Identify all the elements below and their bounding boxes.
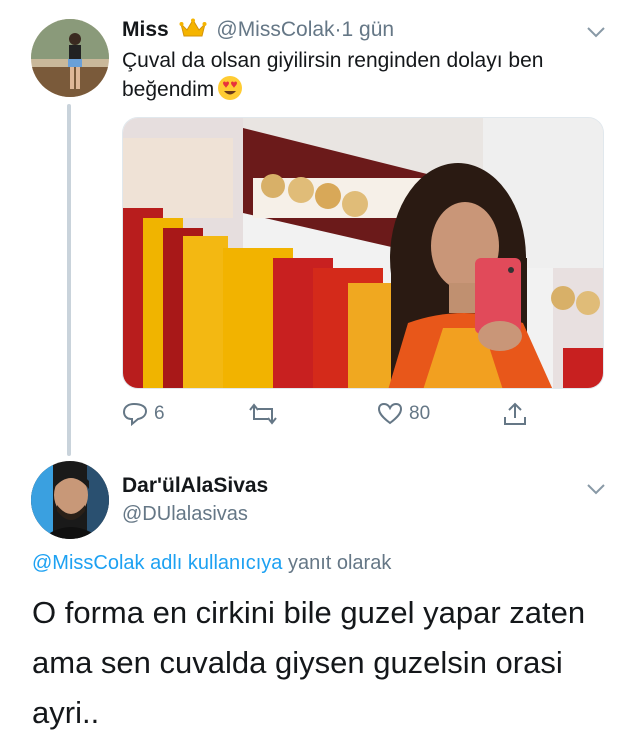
retweet-icon bbox=[248, 402, 278, 426]
avatar-misscolak[interactable] bbox=[31, 19, 109, 97]
like-count: 80 bbox=[409, 403, 431, 424]
tweet2-text: O forma en cirkini bile guzel yapar zate… bbox=[32, 595, 586, 730]
avatar-dulalasivas[interactable] bbox=[31, 461, 109, 539]
tweet2-display-name[interactable]: Dar'ülAlaSivas bbox=[122, 474, 268, 498]
heart-eyes-icon bbox=[217, 75, 243, 101]
share-icon bbox=[502, 401, 528, 427]
tweet1-text: Çuval da olsan giyilirsin renginden dola… bbox=[122, 47, 617, 104]
retweet-action[interactable] bbox=[248, 399, 284, 429]
tweet1-display-name[interactable]: Miss bbox=[122, 18, 169, 41]
reply-icon bbox=[122, 402, 148, 426]
reply-suffix: yanıt olarak bbox=[287, 552, 392, 574]
reply-target-link[interactable]: @MissColak adlı kullanıcıya bbox=[32, 552, 282, 574]
thread-connector-line bbox=[67, 104, 71, 456]
tweet1-separator: · bbox=[334, 18, 342, 41]
reply-action[interactable]: 6 bbox=[122, 399, 165, 429]
tweet1-time[interactable]: 1 gün bbox=[342, 18, 395, 41]
tweet1-chevron-down-icon[interactable] bbox=[586, 25, 606, 39]
reply-count: 6 bbox=[154, 403, 165, 424]
tweet1-text-content: Çuval da olsan giyilirsin renginden dola… bbox=[122, 49, 544, 101]
tweet2-handle[interactable]: @DUlalasivas bbox=[122, 503, 248, 526]
tweet1-media-image[interactable] bbox=[122, 117, 604, 389]
share-action[interactable] bbox=[502, 399, 528, 429]
tweet1-handle[interactable]: @MissColak bbox=[216, 18, 334, 41]
tweet2-chevron-down-icon[interactable] bbox=[586, 482, 606, 496]
heart-icon bbox=[377, 402, 403, 426]
like-action[interactable]: 80 bbox=[377, 399, 430, 429]
tweet1-header: Miss @MissColak·1 gün bbox=[122, 18, 394, 42]
crown-icon bbox=[179, 18, 207, 38]
reply-context: @MissColak adlı kullanıcıya yanıt olarak bbox=[32, 552, 391, 575]
